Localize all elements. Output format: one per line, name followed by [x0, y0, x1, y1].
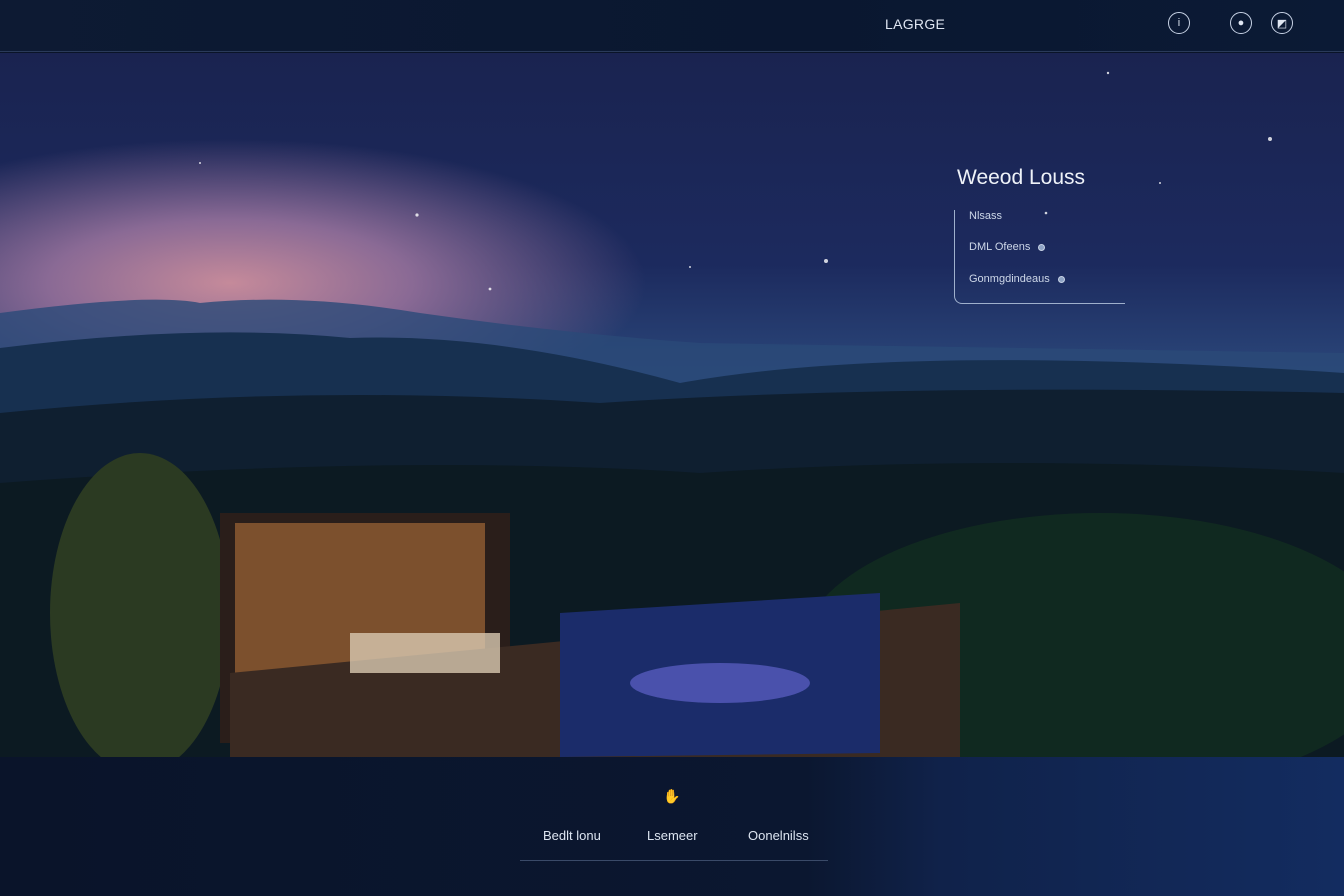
info-icon[interactable]: i	[1168, 12, 1190, 34]
footer-link[interactable]: Lsemeer	[647, 828, 698, 843]
side-menu-panel: Nlsass DML Ofeens Gonmgdindeaus	[954, 210, 1125, 304]
footer-divider	[520, 860, 828, 861]
menu-item[interactable]: Gonmgdindeaus	[969, 273, 1065, 285]
menu-item-label: Gonmgdindeaus	[969, 273, 1050, 285]
top-navigation-bar: LAGRGE i ● ◩	[0, 0, 1344, 52]
share-icon[interactable]: ◩	[1271, 12, 1293, 34]
footer-link[interactable]: Oonelnilss	[748, 828, 809, 843]
panel-title: Weeod Louss	[957, 166, 1086, 189]
dot-icon	[1057, 275, 1065, 283]
menu-item-label: DML Ofeens	[969, 241, 1031, 253]
dot-icon	[1038, 243, 1046, 251]
brand-logo[interactable]: LAGRGE	[885, 16, 945, 32]
footer	[0, 757, 1344, 896]
menu-item[interactable]: Nlsass	[969, 210, 1002, 222]
menu-item-label: Nlsass	[969, 210, 1003, 222]
menu-item[interactable]: DML Ofeens	[969, 241, 1046, 253]
hand-icon: ✋	[663, 788, 681, 804]
footer-link[interactable]: Bedlt lonu	[543, 828, 601, 843]
hero-image	[0, 53, 1344, 757]
user-icon[interactable]: ●	[1230, 12, 1252, 34]
hero-landscape	[0, 71, 1344, 757]
